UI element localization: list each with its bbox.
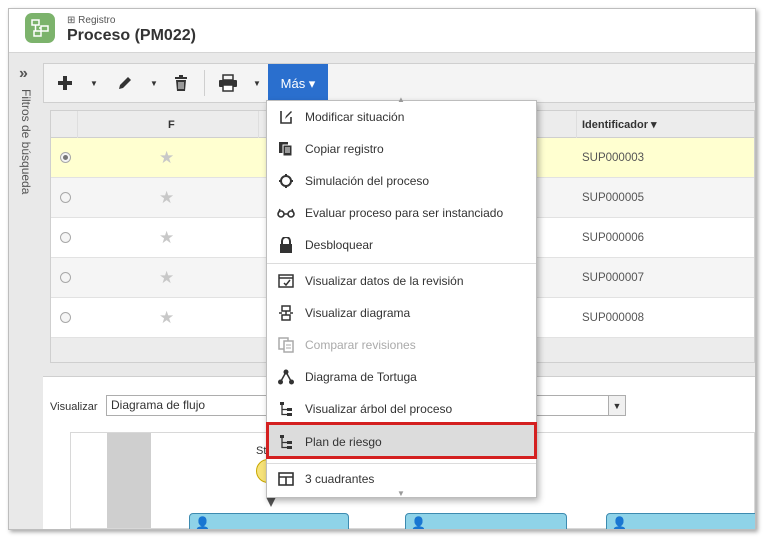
highlight-annotation (266, 422, 537, 459)
row-radio[interactable] (60, 152, 71, 163)
edit-icon[interactable] (112, 64, 138, 102)
activity-node[interactable]: 👤 (405, 513, 567, 530)
viewer-select-value: Diagrama de flujo (111, 398, 206, 412)
favorite-star-icon[interactable]: ★ (159, 188, 174, 208)
edit-status-icon (277, 108, 295, 126)
row-radio[interactable] (60, 232, 71, 243)
process-tree-icon (277, 400, 295, 418)
page-title: Proceso (PM022) (67, 27, 196, 44)
favorite-star-icon[interactable]: ★ (159, 228, 174, 248)
row-identificador: SUP000006 (582, 232, 645, 244)
user-icon: 👤 (612, 516, 627, 530)
user-icon: 👤 (195, 516, 210, 530)
user-icon: 👤 (411, 516, 426, 530)
menu-item-arbol-proceso[interactable]: Visualizar árbol del proceso (267, 393, 536, 425)
activity-node[interactable]: 👤 (189, 513, 349, 530)
row-identificador: SUP000008 (582, 312, 645, 324)
favorite-star-icon[interactable]: ★ (159, 148, 174, 168)
start-event-label: St (256, 445, 267, 457)
turtle-diagram-icon (277, 368, 295, 386)
copy-icon (277, 140, 295, 158)
chevron-down-icon[interactable]: ▼ (608, 396, 625, 415)
viewer-label: Visualizar (50, 401, 98, 413)
revision-data-icon (277, 272, 295, 290)
menu-item-evaluar-proceso[interactable]: Evaluar proceso para ser instanciado (267, 197, 536, 229)
expand-filters-icon[interactable]: » (19, 65, 28, 83)
add-dropdown-icon[interactable]: ▼ (88, 64, 100, 102)
row-identificador: SUP000005 (582, 192, 645, 204)
column-header-identificador[interactable]: Identificador ▾ (582, 118, 657, 131)
favorite-star-icon[interactable]: ★ (159, 268, 174, 288)
row-radio[interactable] (60, 272, 71, 283)
row-radio[interactable] (60, 312, 71, 323)
print-icon[interactable] (215, 64, 241, 102)
scroll-down-icon[interactable]: ▼ (397, 489, 405, 498)
menu-item-comparar-revisiones[interactable]: Comparar revisiones (267, 329, 536, 361)
favorite-star-icon[interactable]: ★ (159, 308, 174, 328)
activity-node[interactable]: 👤 (606, 513, 755, 530)
glasses-icon (277, 204, 295, 222)
record-breadcrumb[interactable]: ⊞ Registro (67, 15, 115, 26)
menu-item-diagrama-tortuga[interactable]: Diagrama de Tortuga (267, 361, 536, 393)
quadrants-icon (277, 470, 295, 488)
column-header-f[interactable]: F (168, 119, 175, 131)
print-dropdown-icon[interactable]: ▼ (251, 64, 263, 102)
simulation-icon (277, 172, 295, 190)
menu-item-datos-revision[interactable]: Visualizar datos de la revisión (267, 265, 536, 297)
menu-divider (267, 263, 536, 264)
add-icon[interactable] (52, 64, 78, 102)
process-logo-icon (25, 13, 55, 43)
row-radio[interactable] (60, 192, 71, 203)
page-header: ⊞ Registro Proceso (PM022) (9, 9, 755, 53)
row-identificador: SUP000007 (582, 272, 645, 284)
menu-item-copiar-registro[interactable]: Copiar registro (267, 133, 536, 165)
menu-item-visualizar-diagrama[interactable]: Visualizar diagrama (267, 297, 536, 329)
diagram-icon (277, 304, 295, 322)
search-filters-label[interactable]: Filtros de búsqueda (19, 89, 33, 194)
edit-dropdown-icon[interactable]: ▼ (148, 64, 160, 102)
compare-icon (277, 336, 295, 354)
lock-icon (277, 236, 295, 254)
menu-item-modificar-situacion[interactable]: Modificar situación (267, 101, 536, 133)
row-identificador: SUP000003 (582, 152, 645, 164)
search-filters-panel[interactable]: » Filtros de búsqueda (9, 57, 43, 529)
menu-item-desbloquear[interactable]: Desbloquear (267, 229, 536, 261)
flow-arrow-icon (266, 497, 276, 507)
toolbar-divider (204, 70, 205, 96)
menu-item-simulacion[interactable]: Simulación del proceso (267, 165, 536, 197)
more-button[interactable]: Más ▾ (268, 64, 328, 104)
swimlane (107, 433, 151, 528)
delete-icon[interactable] (168, 64, 194, 102)
